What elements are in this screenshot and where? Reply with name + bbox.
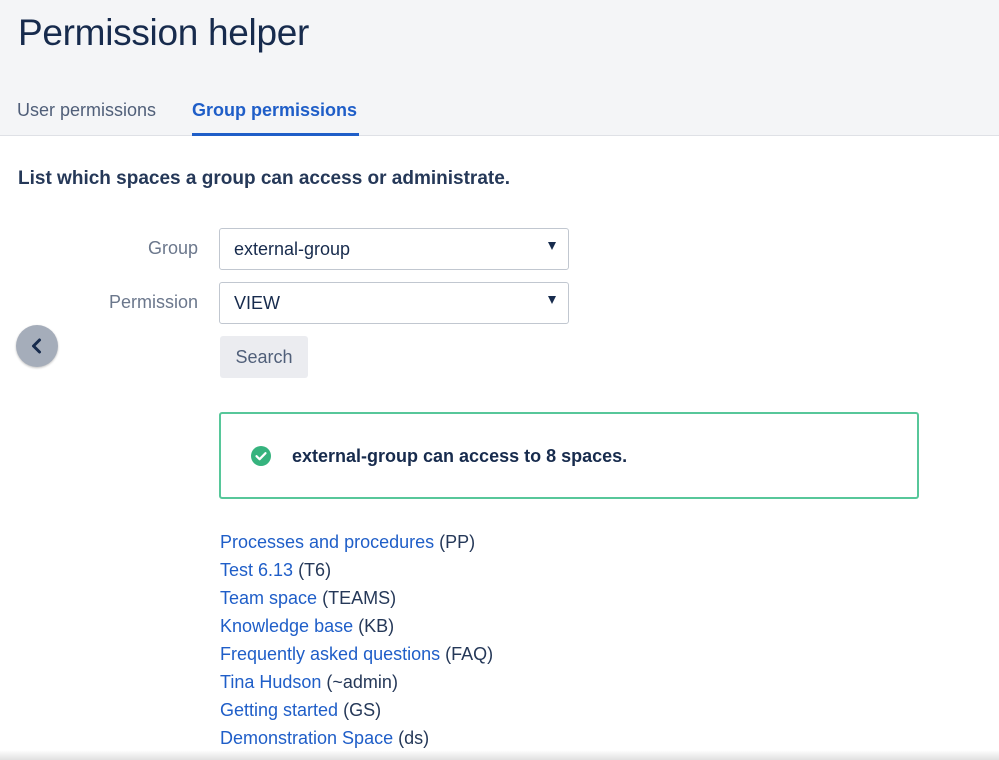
space-key: (GS) [343, 700, 382, 720]
check-circle-icon [251, 446, 271, 466]
permission-select-value: VIEW [234, 293, 281, 313]
space-link[interactable]: Knowledge base [220, 616, 353, 636]
space-link[interactable]: Demonstration Space [220, 728, 393, 748]
space-key: (KB) [358, 616, 395, 636]
space-link[interactable]: Processes and procedures [220, 532, 434, 552]
space-key: (T6) [298, 560, 332, 580]
chevron-left-icon [32, 338, 41, 354]
page-header: Permission helper User permissions Group… [0, 0, 999, 136]
caret-down-icon [548, 296, 556, 304]
space-link[interactable]: Frequently asked questions [220, 644, 440, 664]
space-link[interactable]: Test 6.13 [220, 560, 293, 580]
space-list: Processes and procedures (PP) Test 6.13 … [220, 530, 493, 754]
permission-label: Permission [108, 292, 198, 312]
group-label: Group [147, 238, 198, 258]
collapse-sidebar-button[interactable] [16, 325, 58, 367]
tab-user-permissions[interactable]: User permissions [17, 96, 156, 136]
space-link[interactable]: Tina Hudson [220, 672, 321, 692]
space-link[interactable]: Getting started [220, 700, 338, 720]
list-item: Knowledge base (KB) [220, 614, 493, 642]
tab-group-permissions[interactable]: Group permissions [192, 96, 360, 136]
list-item: Getting started (GS) [220, 698, 493, 726]
list-item: Processes and procedures (PP) [220, 530, 493, 558]
list-item: Team space (TEAMS) [220, 586, 493, 614]
space-key: (PP) [439, 532, 476, 552]
space-link[interactable]: Team space [220, 588, 317, 608]
group-select[interactable]: external-group [219, 228, 569, 270]
result-message-box: external-group can access to 8 spaces. [219, 412, 919, 499]
space-key: (ds) [398, 728, 430, 748]
space-key: (TEAMS) [322, 588, 397, 608]
list-item: Test 6.13 (T6) [220, 558, 493, 586]
group-select-value: external-group [234, 239, 351, 259]
space-key: (FAQ) [445, 644, 494, 664]
list-item: Frequently asked questions (FAQ) [220, 642, 493, 670]
search-button[interactable]: Search [220, 336, 308, 378]
result-message: external-group can access to 8 spaces. [292, 446, 628, 466]
space-key: (~admin) [326, 672, 398, 692]
page-title: Permission helper [18, 12, 310, 53]
list-item: Tina Hudson (~admin) [220, 670, 493, 698]
page-description: List which spaces a group can access or … [18, 168, 511, 189]
permission-select[interactable]: VIEW [219, 282, 569, 324]
caret-down-icon [548, 242, 556, 250]
bottom-edge-shadow [0, 750, 999, 760]
